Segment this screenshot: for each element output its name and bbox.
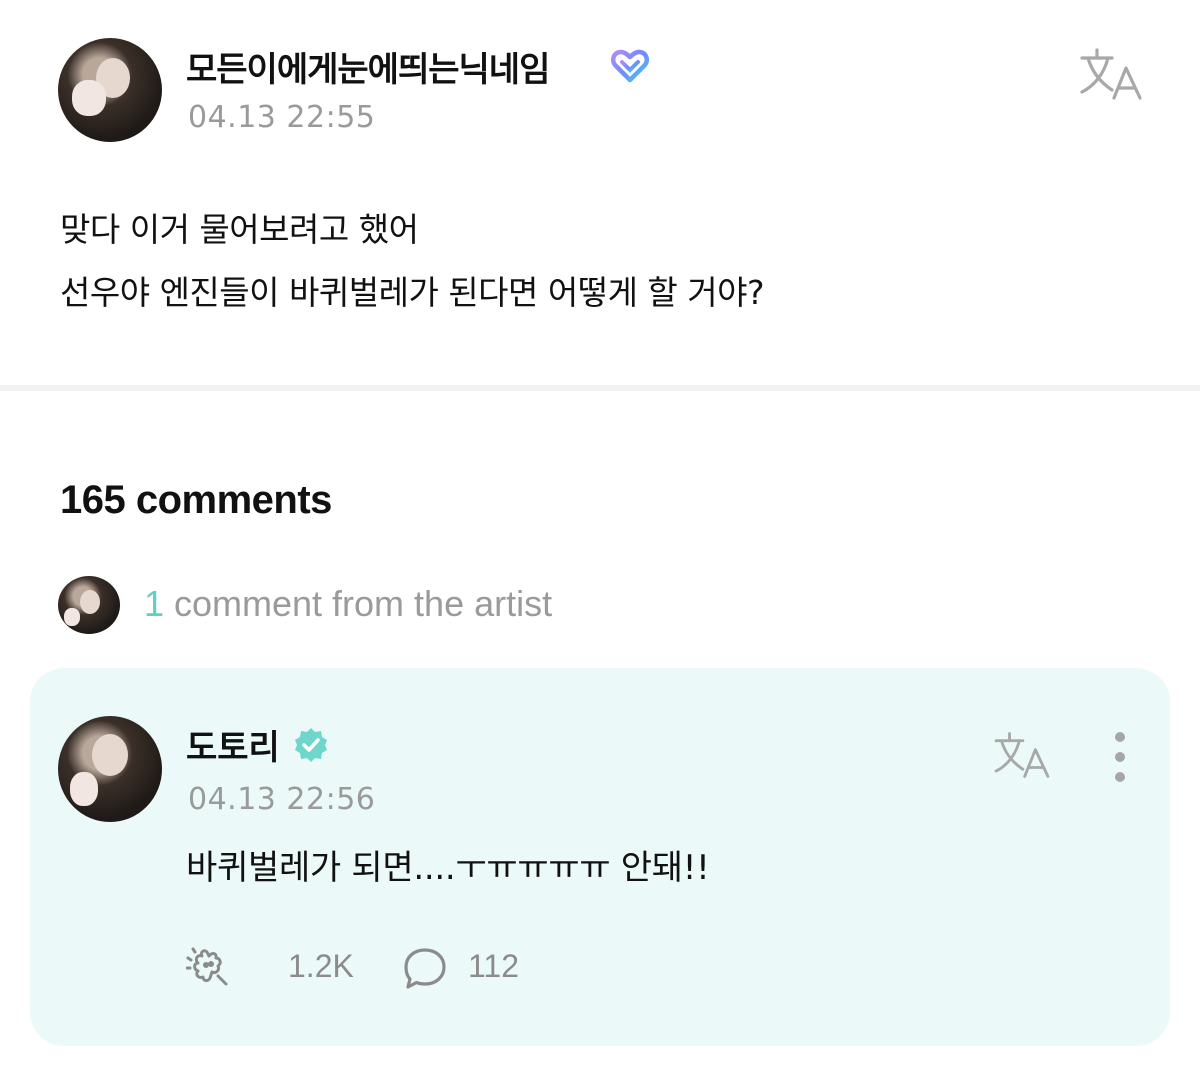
artist-comment-label: comment from the artist <box>174 583 553 624</box>
post-author-name[interactable]: 모든이에게눈에띄는닉네임 <box>186 42 550 91</box>
more-dot <box>1115 732 1125 742</box>
avatar-hand <box>64 608 80 626</box>
section-divider <box>0 385 1200 391</box>
post-header: 모든이에게눈에띄는닉네임 04.13 22:55 <box>58 38 1158 142</box>
comments-count: 165 comments <box>60 478 332 522</box>
avatar-hand <box>72 80 106 116</box>
like-count: 1.2K <box>288 948 354 984</box>
like-icon[interactable] <box>186 946 236 992</box>
avatar-face <box>92 734 128 776</box>
verified-badge-icon <box>295 728 327 762</box>
artist-comment-card: 도토리 04.13 22:56 바퀴벌레가 되면....ㅜㅠㅠㅠㅠ 안돼!! 1… <box>30 668 1170 1046</box>
post-detail-page: 모든이에게눈에띄는닉네임 04.13 22:55 맞다 이거 물어보려고 했어 … <box>0 0 1200 1074</box>
post-body-line: 맞다 이거 물어보려고 했어 <box>60 210 419 249</box>
translate-icon[interactable] <box>992 730 1052 780</box>
post-timestamp: 04.13 22:55 <box>188 100 376 135</box>
artist-avatar[interactable] <box>58 716 162 822</box>
translate-icon[interactable] <box>1078 46 1144 102</box>
comment-actions: 1.2K 112 <box>186 942 786 992</box>
artist-mini-avatar <box>58 576 120 634</box>
artist-comment-count: 1 <box>144 583 165 624</box>
avatar-face <box>80 590 100 614</box>
post-author-avatar[interactable] <box>58 38 162 142</box>
more-dot <box>1115 752 1125 762</box>
artist-comment-text: 바퀴벌레가 되면....ㅜㅠㅠㅠㅠ 안돼!! <box>186 848 710 888</box>
post-body-line: 선우야 엔진들이 바퀴벌레가 된다면 어떻게 할 거야? <box>60 273 765 312</box>
avatar-hand <box>70 772 98 806</box>
artist-name[interactable]: 도토리 <box>186 720 280 769</box>
reply-icon[interactable] <box>402 946 448 992</box>
artist-comments-filter[interactable]: 1 comment from the artist <box>58 574 758 636</box>
post-body: 맞다 이거 물어보려고 했어 선우야 엔진들이 바퀴벌레가 된다면 어떻게 할 … <box>60 198 1140 324</box>
reply-count: 112 <box>468 948 520 984</box>
more-options-icon[interactable] <box>1104 730 1136 784</box>
heart-badge-icon <box>610 49 650 83</box>
artist-comment-timestamp: 04.13 22:56 <box>188 782 376 817</box>
more-dot <box>1115 772 1125 782</box>
